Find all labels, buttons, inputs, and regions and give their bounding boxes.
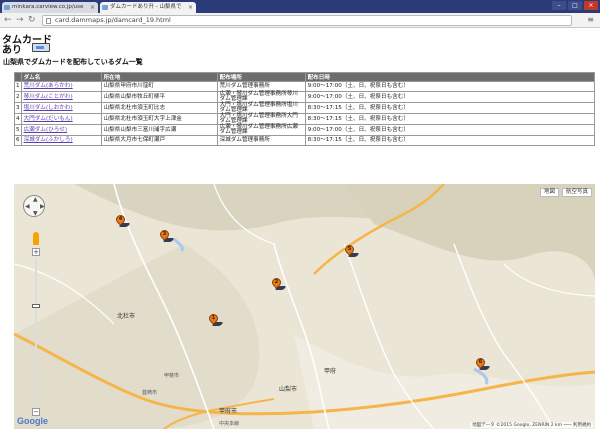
column-header-name: ダム名: [20, 72, 102, 82]
dam-marker-4[interactable]: 4: [114, 213, 131, 228]
map-label-kai: 甲斐市: [164, 373, 180, 379]
location-cell: 山梨県山梨市牧丘町柳平: [100, 91, 218, 103]
menu-icon[interactable]: ≡: [587, 15, 594, 24]
street-view-pegman-icon[interactable]: [33, 232, 39, 245]
place-cell: 荒川ダム管理事務所: [216, 81, 306, 92]
place-cell: 深城ダム管理事務所: [216, 135, 306, 146]
favicon-icon: [4, 5, 10, 10]
zoom-in-button[interactable]: +: [32, 248, 40, 256]
location-cell: 山梨県北杜市須玉町大字上津金: [100, 113, 218, 125]
zoom-out-button[interactable]: −: [32, 408, 40, 416]
column-header-hours: 配布日時: [304, 72, 596, 82]
site-logo[interactable]: タムカード あり: [2, 31, 57, 56]
dam-name-cell: 大門ダム(だいもん): [20, 113, 102, 125]
dam-card-icon: [32, 43, 50, 52]
tab-title: ダムカードあり升 - 山梨県で: [110, 4, 182, 10]
browser-tab-strip: minkara.carview.co.jp/use × ダムカードあり升 - 山…: [0, 0, 600, 13]
pan-right-icon[interactable]: ▶: [40, 203, 45, 210]
zoom-slider-track[interactable]: [35, 258, 37, 406]
map-terrain: [14, 184, 595, 429]
address-url: card.dammaps.jp/damcard_19.html: [55, 16, 171, 24]
place-cell: 広瀬・琴川ダム管理事務所琴川ダム管理課: [216, 91, 306, 103]
map-label-kofu2: 甲府: [324, 368, 337, 375]
table-row: 6 深城ダム(ふかしろ) 山梨県大月市七保町瀬戸 深城ダム管理事務所 8:30〜…: [14, 135, 596, 146]
hours-cell: 9:00〜17:00（土、日、祝祭日も含む）: [304, 81, 596, 92]
dam-link[interactable]: 深城ダム(ふかしろ): [24, 137, 73, 143]
column-header-location: 所在地: [100, 72, 218, 82]
table-row: 1 荒川ダム(あらかわ) 山梨県甲府市川窪町 荒川ダム管理事務所 9:00〜17…: [14, 81, 596, 92]
forward-arrow-icon[interactable]: →: [16, 15, 24, 26]
dam-link[interactable]: 大門ダム(だいもん): [24, 116, 73, 122]
dam-marker-2[interactable]: 2: [270, 276, 287, 291]
table-row: 5 広瀬ダム(ひろせ) 山梨県山梨市三富川浦字広瀬 広瀬・琴川ダム管理事務所広瀬…: [14, 124, 596, 136]
table-row: 2 琴川ダム(ことがわ) 山梨県山梨市牧丘町柳平 広瀬・琴川ダム管理事務所琴川ダ…: [14, 91, 596, 103]
browser-tab-damcard[interactable]: ダムカードあり升 - 山梨県で ×: [100, 2, 196, 13]
close-tab-icon[interactable]: ×: [90, 2, 95, 13]
page-title: 山梨県でダムカードを配布しているダム一覧: [3, 58, 143, 66]
reload-icon[interactable]: ↻: [28, 15, 36, 26]
minimize-button[interactable]: –: [552, 1, 566, 10]
location-cell: 山梨県大月市七保町瀬戸: [100, 135, 218, 146]
map-attribution[interactable]: 地図データ ©2015 Google, ZENRIN 2 km ─── 利用規約: [470, 422, 593, 428]
google-logo[interactable]: Google: [17, 416, 48, 426]
dam-link[interactable]: 琴川ダム(ことがわ): [24, 94, 73, 100]
window-controls: – □ ×: [552, 1, 598, 10]
zoom-control: + −: [32, 248, 40, 416]
dam-link[interactable]: 塩川ダム(しおかわ): [24, 105, 73, 111]
maximize-button[interactable]: □: [568, 1, 582, 10]
table-row: 4 大門ダム(だいもん) 山梨県北杜市須玉町大字上津金 大門・塩川ダム管理事務所…: [14, 113, 596, 125]
browser-toolbar: ← → ↻ card.dammaps.jp/damcard_19.html ≡: [0, 13, 600, 28]
browser-tab-minkara[interactable]: minkara.carview.co.jp/use ×: [2, 2, 98, 13]
dam-marker-6[interactable]: 6: [474, 356, 491, 371]
dam-marker-5[interactable]: 5: [343, 243, 360, 258]
dam-marker-1[interactable]: 1: [207, 312, 224, 327]
dam-table: ダム名 所在地 配布場所 配布日時 1 荒川ダム(あらかわ) 山梨県甲府市川窪町…: [14, 72, 596, 146]
hours-cell: 8:30〜17:15（土、日、祝祭日も含む）: [304, 102, 596, 114]
pan-down-icon[interactable]: ▼: [33, 210, 38, 217]
zoom-slider-handle[interactable]: [32, 304, 40, 308]
location-cell: 山梨県山梨市三富川浦字広瀬: [100, 124, 218, 136]
back-arrow-icon[interactable]: ←: [4, 15, 12, 26]
table-row: 3 塩川ダム(しおかわ) 山梨県北杜市須玉町比志 大門・塩川ダム管理事務所塩川ダ…: [14, 102, 596, 114]
logo-text-line2: あり: [2, 45, 22, 56]
close-window-button[interactable]: ×: [584, 1, 598, 10]
tab-title: minkara.carview.co.jp/use: [12, 4, 84, 10]
map-label-nirasaki: 韮崎市: [142, 390, 158, 396]
close-tab-icon[interactable]: ×: [188, 2, 193, 13]
place-cell: 広瀬・琴川ダム管理事務所広瀬ダム管理課: [216, 124, 306, 136]
map-label-yamanashi: 山梨市: [279, 386, 298, 393]
location-cell: 山梨県甲府市川窪町: [100, 81, 218, 92]
hours-cell: 8:30〜17:15（土、日、祝祭日も含む）: [304, 135, 596, 146]
hours-cell: 9:00〜17:00（土、日、祝祭日も含む）: [304, 124, 596, 136]
hours-cell: 8:30〜17:15（土、日、祝祭日も含む）: [304, 113, 596, 125]
page-icon: [46, 18, 51, 24]
table-header-row: ダム名 所在地 配布場所 配布日時: [14, 72, 596, 82]
google-map[interactable]: 北杜市 山梨市 甲府 甲府市 韮崎市 甲斐市 中央本線 1 2 3 4 5 6 …: [14, 184, 595, 429]
place-cell: 大門・塩川ダム管理事務所塩川ダム管理課: [216, 102, 306, 114]
dam-name-cell: 深城ダム(ふかしろ): [20, 135, 102, 146]
pan-left-icon[interactable]: ◀: [25, 203, 30, 210]
column-header-place: 配布場所: [216, 72, 306, 82]
map-label-chuo-line: 中央本線: [219, 421, 240, 427]
favicon-icon: [102, 5, 108, 10]
dam-name-cell: 塩川ダム(しおかわ): [20, 102, 102, 114]
map-type-satellite-button[interactable]: 航空写真: [561, 188, 592, 197]
location-cell: 山梨県北杜市須玉町比志: [100, 102, 218, 114]
dam-marker-3[interactable]: 3: [158, 228, 175, 243]
place-cell: 大門・塩川ダム管理事務所大門ダム管理課: [216, 113, 306, 125]
pan-up-icon[interactable]: ▲: [33, 196, 38, 203]
dam-name-cell: 広瀬ダム(ひろせ): [20, 124, 102, 136]
dam-name-cell: 荒川ダム(あらかわ): [20, 81, 102, 92]
hours-cell: 9:00〜17:00（土、日、祝祭日も含む）: [304, 91, 596, 103]
dam-link[interactable]: 荒川ダム(あらかわ): [24, 83, 73, 89]
pan-control[interactable]: ▲ ▼ ◀ ▶: [23, 195, 45, 217]
address-bar[interactable]: card.dammaps.jp/damcard_19.html: [42, 15, 572, 26]
dam-name-cell: 琴川ダム(ことがわ): [20, 91, 102, 103]
dam-link[interactable]: 広瀬ダム(ひろせ): [24, 127, 68, 133]
map-label-hokuto: 北杜市: [117, 313, 136, 320]
map-type-map-button[interactable]: 地図: [539, 188, 559, 197]
map-label-kofu: 甲府市: [219, 408, 238, 415]
